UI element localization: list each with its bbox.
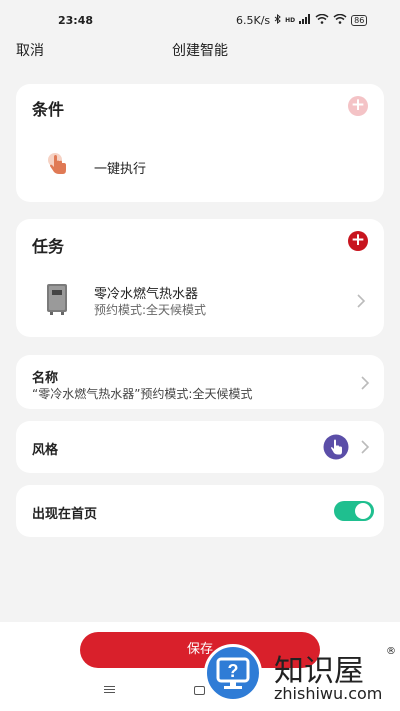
style-label: 风格 (32, 443, 59, 458)
svg-text:?: ? (228, 661, 239, 681)
bluetooth-icon (274, 13, 281, 27)
device-name: 零冷水燃气热水器 (94, 287, 199, 302)
battery-icon: 86 (351, 15, 368, 26)
page-title: 创建智能 (172, 43, 228, 59)
network-speed: 6.5K/s (236, 14, 271, 27)
condition-card: 条件 + 一键执行 (16, 84, 384, 202)
add-condition-button[interactable]: + (348, 96, 368, 116)
watermark-logo: ? (204, 644, 262, 702)
device-mode: 预约模式:全天候模式 (94, 303, 207, 317)
menu-icon[interactable] (104, 686, 115, 695)
watermark-domain: zhishiwu.com (274, 684, 383, 703)
name-value: “零冷水燃气热水器”预约模式:全天候模式 (32, 387, 253, 401)
add-task-button[interactable]: + (348, 231, 368, 251)
name-label: 名称 (32, 371, 59, 386)
task-row[interactable]: 零冷水燃气热水器 预约模式:全天候模式 (16, 273, 384, 329)
chevron-right-icon (357, 294, 366, 308)
name-card[interactable]: 名称 “零冷水燃气热水器”预约模式:全天候模式 (16, 355, 384, 409)
watermark-reg: ® (386, 646, 396, 657)
chevron-right-icon (361, 376, 370, 390)
show-home-card: 出现在首页 (16, 485, 384, 537)
monitor-question-icon: ? (216, 657, 250, 689)
cancel-button[interactable]: 取消 (16, 40, 44, 60)
chevron-right-icon (361, 440, 370, 454)
style-hand-icon (323, 434, 349, 464)
watermark: ? 知识屋 ® zhishiwu.com (200, 640, 400, 710)
show-home-label: 出现在首页 (32, 507, 98, 522)
hand-tap-icon (46, 152, 68, 180)
toggle-knob (355, 503, 371, 519)
condition-title: 条件 (32, 100, 65, 119)
task-card: 任务 + 零冷水燃气热水器 预约模式:全天候模式 (16, 219, 384, 337)
style-card[interactable]: 风格 (16, 421, 384, 473)
condition-item-label: 一键执行 (94, 162, 147, 177)
condition-row[interactable]: 一键执行 (16, 144, 384, 188)
task-title: 任务 (32, 237, 65, 256)
status-time: 23:48 (58, 14, 94, 27)
nav-bar: 创建智能 取消 (0, 34, 400, 64)
water-heater-icon (46, 283, 68, 319)
show-home-toggle[interactable] (334, 501, 374, 521)
status-icons: 6.5K/s HD 86 (236, 13, 368, 27)
wifi-icon-2 (333, 13, 347, 27)
hd-icon: HD (285, 17, 296, 24)
wifi-icon-1 (315, 13, 329, 27)
signal-icon (299, 14, 311, 27)
